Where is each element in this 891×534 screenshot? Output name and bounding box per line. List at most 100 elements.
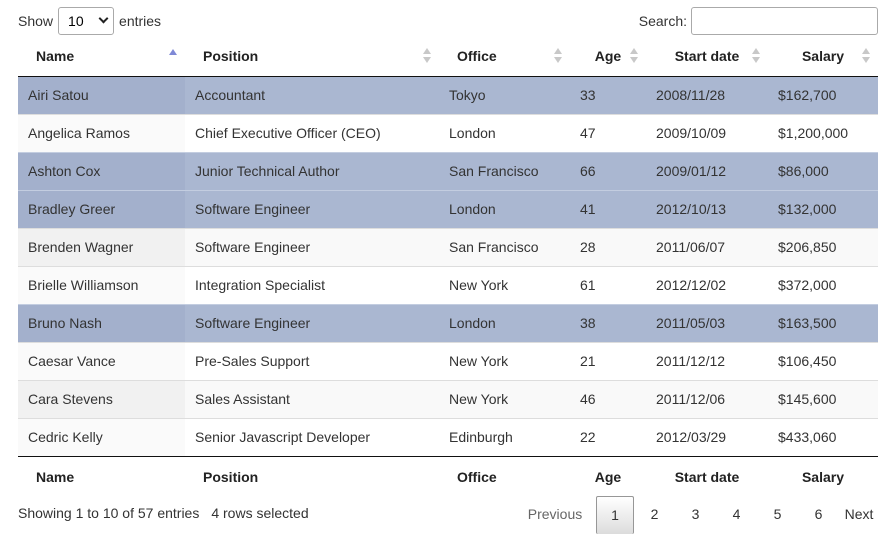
column-header-name[interactable]: Name — [18, 36, 185, 77]
cell-start-date: 2011/05/03 — [646, 303, 768, 342]
column-header-label: Age — [594, 47, 622, 64]
cell-office: Edinburgh — [439, 417, 570, 456]
cell-name: Ashton Cox — [18, 151, 185, 190]
cell-name: Airi Satou — [18, 76, 185, 114]
search-input[interactable] — [691, 7, 878, 35]
cell-name: Angelica Ramos — [18, 113, 185, 152]
cell-age: 22 — [570, 417, 646, 456]
chevron-down-icon — [98, 13, 109, 24]
cell-position: Sales Assistant — [185, 379, 439, 418]
cell-start-date: 2012/12/02 — [646, 265, 768, 304]
table-row[interactable]: Cedric Kelly Senior Javascript Developer E… — [18, 417, 878, 456]
cell-age: 38 — [570, 303, 646, 342]
footer-header-start-date: Start date — [646, 455, 768, 497]
column-header-age[interactable]: Age — [570, 36, 646, 77]
footer-header-position: Position — [185, 455, 439, 497]
column-header-label: Salary — [801, 47, 845, 64]
cell-name: Brielle Williamson — [18, 265, 185, 304]
cell-office: London — [439, 113, 570, 152]
page-button-1[interactable]: 1 — [596, 496, 634, 534]
cell-position: Accountant — [185, 76, 439, 114]
cell-salary: $163,500 — [768, 303, 878, 342]
cell-start-date: 2009/01/12 — [646, 151, 768, 190]
page-button-6[interactable]: 6 — [798, 496, 839, 532]
table-row[interactable]: Caesar Vance Pre-Sales Support New York 21 2… — [18, 341, 878, 380]
entries-length-control: Show 10 entries — [18, 7, 161, 35]
previous-page-button[interactable]: Previous — [514, 496, 596, 532]
cell-office: New York — [439, 341, 570, 380]
column-header-salary[interactable]: Salary — [768, 36, 878, 77]
cell-start-date: 2011/12/12 — [646, 341, 768, 380]
table-footer: Name Position Office Age Start date Sala… — [18, 455, 878, 497]
table-row[interactable]: Bradley Greer Software Engineer London 41 20… — [18, 189, 878, 228]
cell-age: 46 — [570, 379, 646, 418]
cell-name: Cedric Kelly — [18, 417, 185, 456]
column-header-position[interactable]: Position — [185, 36, 439, 77]
cell-salary: $145,600 — [768, 379, 878, 418]
cell-age: 41 — [570, 189, 646, 228]
column-header-start-date[interactable]: Start date — [646, 36, 768, 77]
column-header-label: Start date — [674, 47, 740, 64]
page-button-4[interactable]: 4 — [716, 496, 757, 532]
page-button-2[interactable]: 2 — [634, 496, 675, 532]
cell-start-date: 2012/03/29 — [646, 417, 768, 456]
cell-position: Software Engineer — [185, 189, 439, 228]
show-label: Show — [18, 13, 54, 29]
cell-position: Pre-Sales Support — [185, 341, 439, 380]
cell-salary: $206,850 — [768, 227, 878, 266]
cell-position: Junior Technical Author — [185, 151, 439, 190]
sort-both-icon — [752, 48, 760, 64]
selected-rows-text: 4 rows selected — [211, 505, 309, 521]
cell-salary: $106,450 — [768, 341, 878, 380]
cell-office: San Francisco — [439, 151, 570, 190]
cell-start-date: 2012/10/13 — [646, 189, 768, 228]
cell-salary: $86,000 — [768, 151, 878, 190]
footer-header-age: Age — [570, 455, 646, 497]
cell-age: 21 — [570, 341, 646, 380]
employees-table: Name Position Office Age Start date Sala… — [18, 36, 878, 497]
cell-name: Bradley Greer — [18, 189, 185, 228]
sort-both-icon — [423, 48, 431, 64]
cell-office: San Francisco — [439, 227, 570, 266]
cell-position: Software Engineer — [185, 303, 439, 342]
cell-office: New York — [439, 379, 570, 418]
page-button-5[interactable]: 5 — [757, 496, 798, 532]
entries-label: entries — [119, 13, 162, 29]
page-button-3[interactable]: 3 — [675, 496, 716, 532]
cell-position: Software Engineer — [185, 227, 439, 266]
pagination: Previous 1 2 3 4 5 6 Next — [514, 496, 891, 534]
table-row[interactable]: Angelica Ramos Chief Executive Officer (C… — [18, 113, 878, 152]
sort-both-icon — [862, 48, 870, 64]
cell-position: Integration Specialist — [185, 265, 439, 304]
footer-header-name: Name — [18, 455, 185, 497]
table-row[interactable]: Cara Stevens Sales Assistant New York 46 201… — [18, 379, 878, 418]
sort-ascending-icon — [169, 48, 177, 64]
cell-start-date: 2011/06/07 — [646, 227, 768, 266]
table-row[interactable]: Ashton Cox Junior Technical Author San Fra… — [18, 151, 878, 190]
column-header-label: Position — [203, 47, 259, 64]
cell-office: London — [439, 189, 570, 228]
table-toolbar: Show 10 entries Search: — [18, 7, 878, 35]
search-label: Search: — [638, 13, 687, 29]
table-info: Showing 1 to 10 of 57 entries 4 rows sele… — [18, 505, 309, 521]
entries-per-page-select[interactable]: 10 — [58, 7, 115, 35]
table-row[interactable]: Brielle Williamson Integration Specialist… — [18, 265, 878, 304]
cell-start-date: 2008/11/28 — [646, 76, 768, 114]
table-row[interactable]: Airi Satou Accountant Tokyo 33 2008/11/28 $16… — [18, 76, 878, 114]
cell-salary: $1,200,000 — [768, 113, 878, 152]
cell-salary: $372,000 — [768, 265, 878, 304]
cell-position: Chief Executive Officer (CEO) — [185, 113, 439, 152]
cell-name: Cara Stevens — [18, 379, 185, 418]
sort-both-icon — [554, 48, 562, 64]
cell-name: Brenden Wagner — [18, 227, 185, 266]
cell-office: Tokyo — [439, 76, 570, 114]
table-row[interactable]: Brenden Wagner Software Engineer San Franc… — [18, 227, 878, 266]
table-row[interactable]: Bruno Nash Software Engineer London 38 2011/… — [18, 303, 878, 342]
cell-start-date: 2011/12/06 — [646, 379, 768, 418]
table-header: Name Position Office Age Start date Sala… — [18, 36, 878, 77]
cell-salary: $433,060 — [768, 417, 878, 456]
column-header-office[interactable]: Office — [439, 36, 570, 77]
footer-header-salary: Salary — [768, 455, 878, 497]
next-page-button[interactable]: Next — [839, 496, 891, 532]
cell-office: New York — [439, 265, 570, 304]
